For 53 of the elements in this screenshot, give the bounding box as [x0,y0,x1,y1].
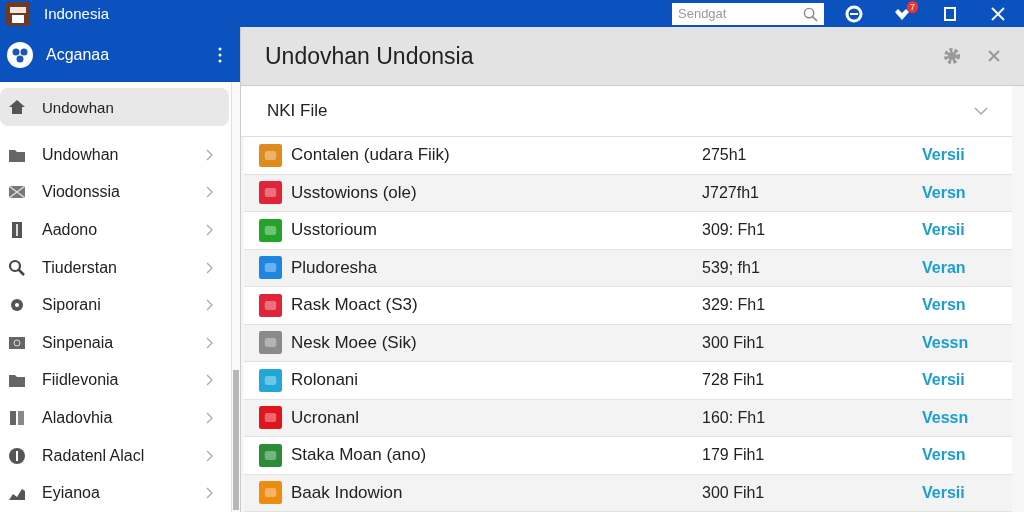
section-header[interactable]: NKI File [241,86,1012,137]
file-size: 300 Fih1 [702,333,766,352]
file-size: 539; fh1 [702,258,761,277]
notification-badge: 7 [907,0,918,13]
house-icon [8,98,26,117]
sidebar-item[interactable]: Undowhan [0,88,229,127]
file-row[interactable]: Staka Moan (ano) 179 Fih1 Versn [244,437,1012,475]
app-logo-icon [6,1,30,26]
file-name: Rask Moact (S3) [291,295,419,316]
sidebar-item[interactable]: Aadono [0,211,229,249]
search-field[interactable]: Sendgat [672,2,824,25]
window-title: Indonesia [44,5,110,22]
chevron-icon [974,107,988,115]
sidebar-item[interactable]: Eyianoa [0,474,229,512]
sidebar-item[interactable]: Undowhan [0,136,229,174]
book-icon [8,409,26,427]
panel-title: Undovhan Undonsia [265,42,475,70]
file-row[interactable]: Contalen (udara Fiik) 275h1 Versii [244,137,1012,175]
info-icon [8,446,26,465]
file-name: Contalen (udara Fiik) [291,145,451,166]
more-icon[interactable] [218,46,222,63]
file-row[interactable]: Rask Moact (S3) 329: Fh1 Versn [244,287,1012,325]
file-row[interactable]: Usstorioum 309: Fh1 Versii [244,212,1012,250]
file-name: Usstowions (ole) [291,182,418,203]
sidebar-item[interactable]: Siporani [0,286,229,325]
file-name: Pludoresha [291,257,378,278]
file-name: Baak Indowion [291,482,404,503]
file-size: 309: Fh1 [702,221,767,240]
sidebar-item[interactable]: Tiuderstan [0,248,229,287]
sidebar-item[interactable]: Sinpenaia [0,324,229,362]
file-row[interactable]: Rolonani 728 Fih1 Versii [244,362,1012,400]
account-name: Acganaa [46,45,111,64]
file-name: Nesk Moee (Sik) [291,332,418,353]
file-name: Ucronanl [291,407,361,428]
search-icon [803,6,818,22]
file-size: 300 Fih1 [702,483,766,502]
sidebar-item[interactable]: Viodonssia [0,173,229,212]
file-name: Staka Moan (ano) [291,445,428,466]
avatar-icon [6,40,34,69]
file-size: 160: Fh1 [702,408,767,427]
sidebar-item[interactable]: Fiidlevonia [0,361,229,400]
scrollbar[interactable] [231,82,240,512]
sidebar-item[interactable]: Aladovhia [0,399,229,437]
file-size: 329: Fh1 [702,296,767,315]
envelope-icon [8,183,26,202]
file-size: 275h1 [702,146,748,165]
sidebar-item[interactable]: Radatenl Alacl [0,436,229,475]
file-size: 179 Fih1 [702,446,766,465]
file-size: 728 Fih1 [702,371,766,390]
file-name: Rolonani [291,370,360,391]
file-name: Usstorioum [291,220,378,241]
file-size: J727fh1 [702,183,760,202]
search-icon [8,258,26,277]
